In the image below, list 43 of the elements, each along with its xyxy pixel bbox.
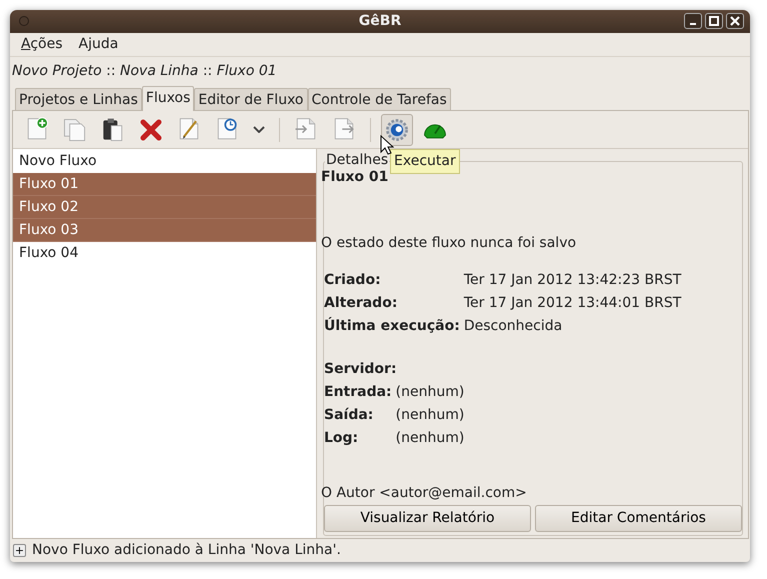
breadcrumb-path: Novo Projeto :: Nova Linha :: Fluxo 01 bbox=[11, 62, 278, 81]
close-icon bbox=[730, 16, 740, 26]
list-item[interactable]: Fluxo 02 bbox=[13, 196, 316, 219]
field-label: Log: bbox=[324, 429, 360, 448]
field-value: Ter 17 Jan 2012 13:44:01 BRST bbox=[464, 294, 682, 313]
tooltip: Executar bbox=[390, 149, 460, 174]
list-item[interactable]: Fluxo 01 bbox=[13, 173, 316, 196]
toolbar-button[interactable] bbox=[381, 114, 413, 146]
maximize-button[interactable] bbox=[705, 13, 723, 29]
field-label: Criado: bbox=[324, 271, 382, 290]
list-item[interactable]: Novo Fluxo bbox=[13, 150, 316, 173]
menu-item[interactable]: Ajuda bbox=[78, 34, 118, 55]
field-value: Ter 17 Jan 2012 13:42:23 BRST bbox=[464, 271, 682, 290]
expander-button[interactable]: + bbox=[13, 544, 26, 557]
field-label: Servidor: bbox=[324, 360, 397, 379]
close-button[interactable] bbox=[726, 13, 744, 29]
field-label: Entrada: bbox=[324, 383, 392, 402]
tab[interactable]: Controle de Tarefas bbox=[308, 88, 451, 110]
minimize-icon bbox=[690, 23, 696, 25]
cursor-icon bbox=[380, 135, 394, 155]
tab[interactable]: Fluxos bbox=[142, 86, 194, 111]
field-label: Saída: bbox=[324, 406, 374, 425]
field-value: (nenhum) bbox=[396, 406, 464, 425]
tab[interactable]: Projetos e Linhas bbox=[15, 88, 142, 110]
tab[interactable]: Editor de Fluxo bbox=[194, 88, 308, 110]
window-title: GêBR bbox=[358, 12, 402, 31]
button[interactable]: Editar Comentários bbox=[535, 505, 742, 532]
state-text: O estado deste fluxo nunca foi salvo bbox=[321, 234, 578, 253]
field-label: Alterado: bbox=[324, 294, 398, 313]
field-label: Última execução: bbox=[324, 316, 460, 336]
field-value: (nenhum) bbox=[396, 383, 464, 402]
author-text: O Autor <autor@email.com> bbox=[321, 484, 527, 503]
minimize-button[interactable] bbox=[684, 13, 702, 29]
status-message: Novo Fluxo adicionado à Linha 'Nova Linha'. bbox=[32, 541, 341, 560]
button[interactable]: Visualizar Relatório bbox=[324, 505, 531, 532]
list-item[interactable]: Fluxo 04 bbox=[13, 242, 316, 265]
caret-icon bbox=[253, 126, 265, 133]
list-item[interactable]: Fluxo 03 bbox=[13, 219, 316, 242]
flow-title: Fluxo 01 bbox=[321, 168, 390, 186]
maximize-icon bbox=[709, 16, 719, 26]
menu-item[interactable]: Ações bbox=[21, 34, 63, 55]
field-value: (nenhum) bbox=[396, 429, 464, 448]
field-value: Desconhecida bbox=[464, 317, 564, 336]
